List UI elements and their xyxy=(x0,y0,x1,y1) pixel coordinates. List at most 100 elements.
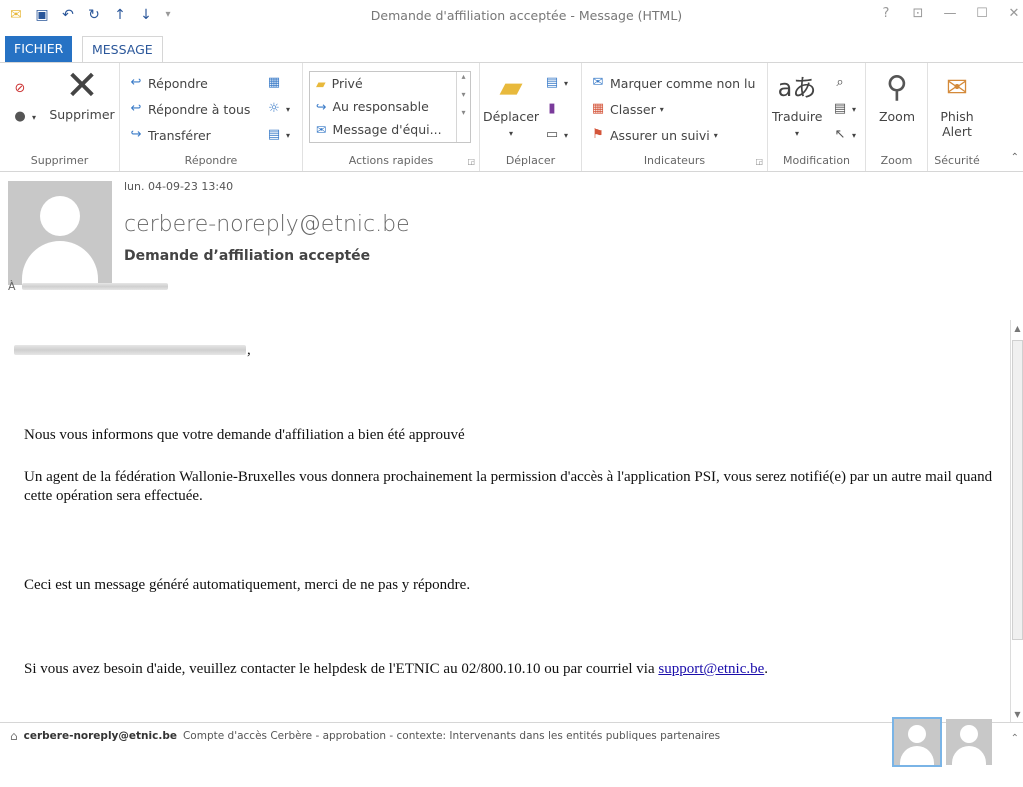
dialog-launcher-icon[interactable]: ◲ xyxy=(755,157,763,166)
body-paragraph-2: Un agent de la fédération Wallonie-Bruxe… xyxy=(24,469,993,504)
more-icon: ▤ xyxy=(267,127,281,142)
scroll-up-icon[interactable]: ▲ xyxy=(1011,320,1023,338)
reply-all-button[interactable]: ↩ Répondre à tous xyxy=(128,101,251,117)
meeting-icon: ▦ xyxy=(267,75,281,90)
onenote-button[interactable]: ▮ xyxy=(544,101,560,117)
dialog-launcher-icon[interactable]: ◲ xyxy=(467,157,475,166)
forward-label: Transférer xyxy=(148,127,211,143)
delete-x-icon: ✕ xyxy=(65,63,99,109)
translate-button[interactable]: aあ Traduire ▾ xyxy=(772,69,822,139)
reply-label: Répondre xyxy=(148,75,208,91)
group-modification: aあ Traduire ▾ ⌕ ▤ ▾ ↖ ▾ Modification xyxy=(768,63,866,171)
ribbon-tabs: FICHIER MESSAGE xyxy=(0,36,1023,63)
mark-unread-button[interactable]: ✉ Marquer comme non lu xyxy=(590,75,756,91)
sender-avatar[interactable] xyxy=(8,181,112,285)
to-label: À xyxy=(8,280,16,293)
cleanup-button[interactable]: ● ▾ xyxy=(12,109,36,125)
reply-button[interactable]: ↩ Répondre xyxy=(128,75,208,91)
help-button[interactable]: ? xyxy=(879,6,893,21)
binoculars-icon: ⌕ xyxy=(836,75,844,90)
minimize-button[interactable]: — xyxy=(943,6,957,21)
quick-step-label: Au responsable xyxy=(332,99,429,114)
related-button[interactable]: ▤ ▾ xyxy=(832,101,856,117)
find-button[interactable]: ⌕ xyxy=(832,75,848,91)
reply-all-icon: ↩ xyxy=(130,101,142,116)
tab-fichier[interactable]: FICHIER xyxy=(5,36,73,62)
people-avatar-1[interactable] xyxy=(892,717,942,767)
more-respond-button[interactable]: ▤ ▾ xyxy=(266,127,290,143)
email-icon: ✉ xyxy=(316,122,327,137)
folder-icon: ▰ xyxy=(316,76,326,91)
avatar-head-shape xyxy=(40,196,80,236)
body-paragraph-3: Ceci est un message généré automatiqueme… xyxy=(24,577,471,593)
people-pane: ⌂ cerbere-noreply@etnic.be Compte d'accè… xyxy=(0,717,1023,787)
rules-button[interactable]: ▤ ▾ xyxy=(544,75,568,91)
ignore-button[interactable]: ⊘ xyxy=(12,81,28,97)
message-body: , Nous vous informons que votre demande … xyxy=(0,320,1008,720)
expand-people-pane-icon[interactable]: ⌃ xyxy=(1011,733,1019,744)
magnifier-icon: ⚲ xyxy=(886,70,908,105)
categorize-label: Classer xyxy=(610,101,656,117)
ribbon-display-button[interactable]: ⊡ xyxy=(911,6,925,21)
zoom-button[interactable]: ⚲ Zoom xyxy=(870,69,924,124)
greeting-line: , xyxy=(14,342,251,359)
phish-label-1: Phish xyxy=(940,109,974,124)
redacted-greeting-name xyxy=(14,345,246,355)
group-supprimer: ⊘ ● ▾ ✕ Supprimer Supprimer xyxy=(0,63,120,171)
quick-step-label: Privé xyxy=(331,76,363,91)
quick-step-responsable[interactable]: ↪ Au responsable xyxy=(310,95,470,118)
cleanup-icon: ● xyxy=(14,109,26,124)
onenote-icon: ▮ xyxy=(548,101,556,116)
tab-message[interactable]: MESSAGE xyxy=(82,36,163,63)
move-label: Déplacer xyxy=(482,109,540,124)
delete-label: Supprimer xyxy=(49,107,115,122)
collapse-ribbon-icon[interactable]: ⌃ xyxy=(1011,152,1019,163)
follow-up-button[interactable]: ⚑ Assurer un suivi ▾ xyxy=(590,127,718,143)
delete-button[interactable]: ✕ Supprimer xyxy=(48,63,116,122)
select-button[interactable]: ↖ ▾ xyxy=(832,127,856,143)
maximize-button[interactable]: ☐ xyxy=(975,6,989,21)
chevron-down-icon: ▾ xyxy=(286,130,291,140)
help-text-end: . xyxy=(764,661,769,677)
support-email-link[interactable]: support@etnic.be xyxy=(658,661,764,677)
im-icon: ☼ xyxy=(268,101,280,116)
recipients-line: À xyxy=(8,280,168,293)
meeting-button[interactable]: ▦ xyxy=(266,75,282,91)
chevron-down-icon: ▾ xyxy=(713,130,718,140)
people-pane-sender[interactable]: cerbere-noreply@etnic.be xyxy=(24,730,177,742)
redacted-recipient[interactable] xyxy=(21,283,168,290)
im-button[interactable]: ☼ ▾ xyxy=(266,101,290,117)
sender-address[interactable]: cerbere-noreply@etnic.be xyxy=(124,212,410,237)
chevron-down-icon: ▾ xyxy=(564,78,569,88)
greeting-suffix: , xyxy=(247,342,251,358)
close-button[interactable]: ✕ xyxy=(1007,6,1021,21)
categorize-button[interactable]: ▦ Classer ▾ xyxy=(590,101,664,117)
scroll-thumb[interactable] xyxy=(1012,340,1023,640)
message-datetime: lun. 04-09-23 13:40 xyxy=(124,180,234,193)
people-avatar-2[interactable] xyxy=(946,719,992,765)
title-bar: ✉ ▣ ↶ ↻ ↑ ↓ ▾ Demande d'affiliation acce… xyxy=(0,0,1023,34)
quick-step-equipe[interactable]: ✉ Message d'équi... xyxy=(310,118,470,141)
reply-all-label: Répondre à tous xyxy=(148,101,251,117)
body-scrollbar[interactable]: ▲ ▼ xyxy=(1010,320,1023,724)
actions-icon: ▭ xyxy=(545,127,559,142)
group-label-indicateurs: Indicateurs xyxy=(643,154,706,167)
window-controls: ? ⊡ — ☐ ✕ xyxy=(879,6,1023,21)
forward-icon: ↪ xyxy=(130,127,142,142)
gallery-scroll[interactable]: ▴ ▾ ▾ xyxy=(456,72,470,142)
group-label-actions-rapides: Actions rapides xyxy=(348,154,434,167)
phish-alert-button[interactable]: ✉ Phish Alert xyxy=(930,69,984,139)
phish-hook-icon: ✉ xyxy=(946,73,968,103)
move-button[interactable]: ▰ Déplacer ▾ xyxy=(482,69,540,139)
body-paragraph-4: Si vous avez besoin d'aide, veuillez con… xyxy=(24,660,768,679)
actions-button[interactable]: ▭ ▾ xyxy=(544,127,568,143)
group-label-securite: Sécurité xyxy=(934,154,980,167)
chevron-down-icon: ▾ xyxy=(286,104,291,114)
quick-step-prive[interactable]: ▰ Privé xyxy=(310,72,470,95)
zoom-label: Zoom xyxy=(878,109,916,124)
group-indicateurs: ✉ Marquer comme non lu ▦ Classer ▾ ⚑ Assurer… xyxy=(582,63,768,171)
forward-button[interactable]: ↪ Transférer xyxy=(128,127,211,143)
chevron-down-icon: ▾ xyxy=(852,104,857,114)
chevron-down-icon: ▾ xyxy=(564,130,569,140)
chevron-down-icon: ▾ xyxy=(794,129,799,138)
